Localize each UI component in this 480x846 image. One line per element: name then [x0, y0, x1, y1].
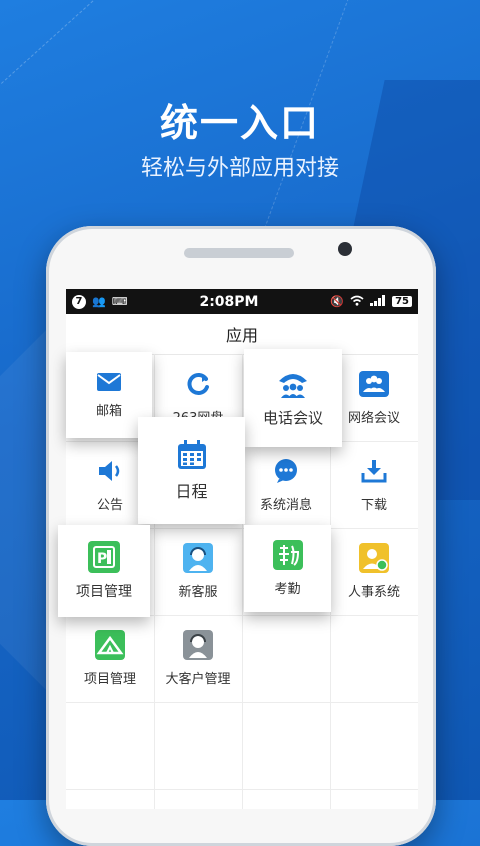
tile-phone-conference[interactable]: 电话会议	[244, 349, 342, 447]
tile-download[interactable]: 下载	[330, 441, 418, 528]
sync-icon	[183, 369, 213, 399]
signal-icon	[370, 294, 386, 309]
tent-icon	[95, 630, 125, 660]
tile-project-management-2[interactable]: 项目管理	[66, 615, 154, 702]
keyboard-icon: ⌨	[111, 295, 128, 308]
download-icon	[359, 456, 389, 486]
tile-label: 大客户管理	[165, 672, 231, 687]
promo-subline: 轻松与外部应用对接	[140, 156, 339, 181]
tile-label: 项目管理	[83, 672, 136, 687]
mute-icon: 🔇	[330, 295, 345, 308]
tile-calendar[interactable]: 日程	[138, 417, 245, 524]
phone-camera	[338, 242, 352, 256]
tile-label: 公告	[96, 498, 123, 513]
tile-label: 网络会议	[347, 411, 400, 426]
wifi-icon	[350, 295, 364, 309]
project-board-icon: P	[88, 541, 120, 573]
tile-big-client[interactable]: 大客户管理	[154, 615, 242, 702]
attendance-icon	[272, 540, 303, 570]
tile-new-service[interactable]: 新客服	[154, 528, 242, 615]
headset-agent-icon	[183, 543, 213, 573]
tile-label: 电话会议	[262, 408, 323, 427]
tile-label: 项目管理	[76, 584, 132, 600]
person-badge-icon	[359, 543, 389, 573]
group-icon	[359, 369, 389, 399]
tile-system-message[interactable]: 系统消息	[242, 441, 330, 528]
tile-label: 新客服	[178, 585, 218, 600]
tile-label: 邮箱	[95, 403, 122, 419]
contacts-icon: 👥	[92, 295, 106, 308]
phone-conference-icon	[276, 369, 310, 399]
phone-speaker	[184, 248, 294, 258]
chat-icon	[271, 456, 301, 486]
tile-attendance[interactable]: 考勤	[244, 525, 331, 612]
tile-label: 日程	[175, 481, 208, 501]
tile-label: 下载	[360, 498, 387, 513]
battery-indicator: 75	[392, 296, 412, 307]
tile-label: 系统消息	[259, 498, 312, 513]
svg-text:P: P	[97, 551, 107, 567]
promo-headline: 统一入口	[159, 101, 320, 145]
tile-label: 考勤	[274, 582, 301, 597]
tile-label: 人事系统	[347, 585, 400, 600]
notification-count-badge: 7	[72, 294, 86, 309]
speaker-icon	[95, 456, 125, 486]
tile-project-management-1[interactable]: P 项目管理	[58, 525, 150, 617]
tile-hr-system[interactable]: 人事系统	[330, 528, 418, 615]
tile-net-meeting[interactable]: 网络会议	[330, 354, 418, 441]
status-bar: 7 👥 ⌨ 2:08PM 🔇 75	[66, 289, 418, 314]
page-title: 应用	[66, 314, 418, 355]
status-time: 2:08PM	[199, 293, 259, 310]
headset-client-icon	[183, 630, 213, 660]
envelope-icon	[96, 372, 122, 392]
calendar-icon	[177, 439, 207, 470]
